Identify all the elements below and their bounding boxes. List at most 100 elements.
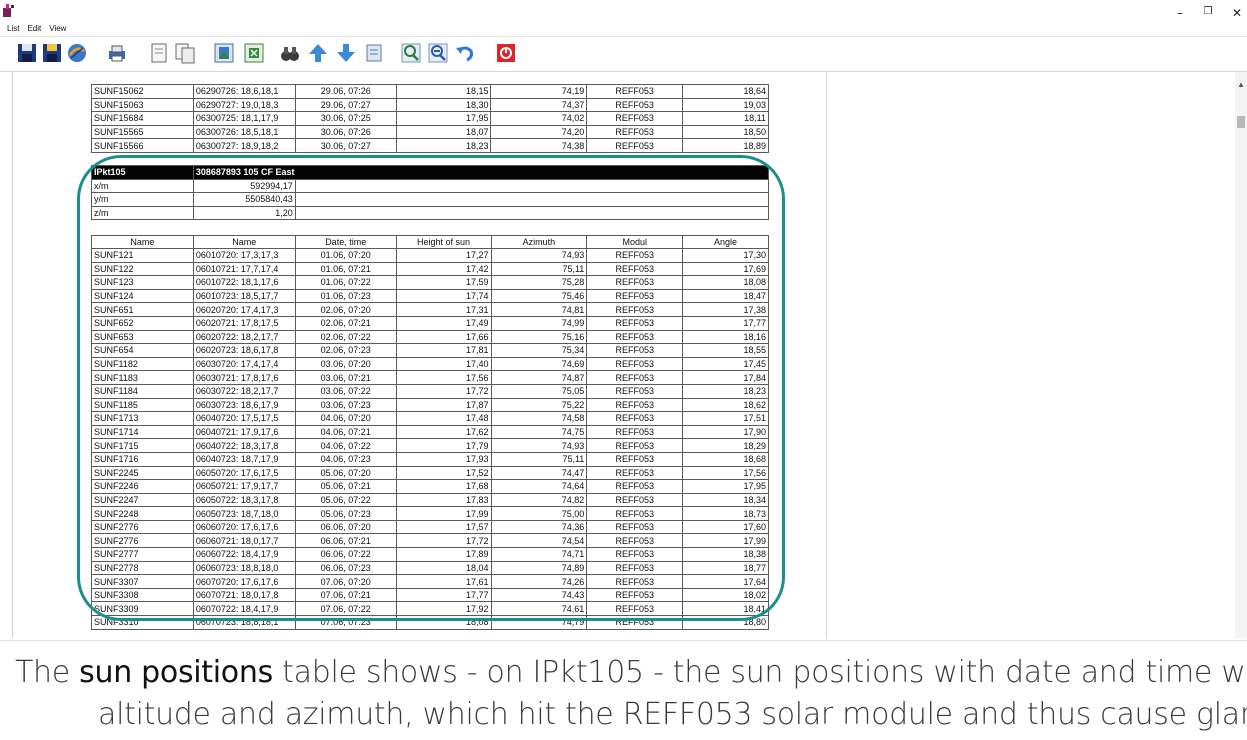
table-cell: 06050721: 17,9,17,7 [192, 479, 296, 494]
scroll-up-arrow-icon[interactable]: ▲ [1237, 80, 1245, 89]
table-cell: 17,74 [395, 288, 492, 304]
zoom-out-icon[interactable] [426, 41, 450, 65]
coordinate-row: x/m 592994,17 [91, 178, 770, 194]
table-cell: 06300727: 18,9,18,2 [192, 138, 296, 153]
table-cell: SUNF651 [91, 302, 194, 317]
menu-edit[interactable]: Edit [27, 24, 41, 36]
table-cell: 06010722: 18,1,17,6 [192, 275, 296, 290]
table-cell: REFF053 [586, 615, 684, 630]
column-header: Name [91, 235, 194, 249]
menu-list[interactable]: List [7, 24, 19, 36]
table-cell: 06060721: 18,0,17,7 [192, 533, 296, 549]
table-cell: SUNF123 [91, 275, 194, 290]
table-cell: 75,22 [490, 397, 588, 413]
table-cell: 17,99 [395, 506, 492, 521]
table-cell: 01.06, 07:20 [294, 248, 397, 263]
table-cell: 06010723: 18,5,17,7 [192, 288, 296, 304]
table-cell: 01.06, 07:23 [294, 288, 397, 304]
table-cell: 74,43 [490, 587, 588, 603]
coordinate-value: 1,20 [192, 205, 296, 221]
table-cell: SUNF122 [91, 261, 194, 277]
table-cell: SUNF2776 [91, 519, 194, 535]
menu-view[interactable]: View [49, 24, 66, 36]
table-cell: 17,95 [395, 111, 492, 126]
empty-cell [294, 205, 770, 221]
table-cell: 06070723: 18,8,18,1 [192, 615, 296, 630]
vertical-scrollbar[interactable]: ▲ [1235, 72, 1247, 638]
copy-document-icon[interactable] [173, 41, 197, 65]
table-cell: 18,15 [395, 84, 492, 99]
globe-icon[interactable] [65, 41, 89, 65]
table-cell: 74,54 [490, 533, 588, 549]
table-cell: 17,92 [395, 601, 492, 617]
document-viewport[interactable]: SUNF15062 06290726: 18,6,18,1 29.06, 07:26… [12, 72, 1236, 638]
table-cell: 18,11 [682, 111, 769, 126]
table-cell: REFF053 [586, 411, 684, 426]
close-button[interactable]: ✕ [1227, 6, 1247, 20]
table-cell: SUNF2245 [91, 465, 194, 481]
table-cell: REFF053 [586, 138, 684, 153]
table-cell: 18,16 [682, 329, 769, 345]
table-row: SUNF651 06020720: 17,4,17,3 02.06, 07:20 17… [91, 302, 769, 317]
table-cell: 17,56 [395, 370, 492, 385]
caption-prefix: The [15, 655, 70, 690]
minimize-button[interactable]: – [1170, 6, 1190, 20]
table-cell: 06040722: 18,3,17,8 [192, 438, 296, 453]
table-cell: 18,08 [682, 275, 769, 290]
table-cell: 74,37 [490, 97, 588, 113]
table-cell: REFF053 [586, 356, 684, 372]
table-row: SUNF1714 06040721: 17,9,17,6 04.06, 07:21 1… [91, 424, 769, 440]
scrollbar-thumb[interactable] [1237, 116, 1245, 128]
save-icon[interactable] [15, 41, 39, 65]
save-as-icon[interactable] [40, 41, 64, 65]
table-cell: REFF053 [586, 587, 684, 603]
table-cell: 06300725: 18,1,17,9 [192, 111, 296, 126]
table-cell: REFF053 [586, 124, 684, 140]
table-cell: 18,68 [682, 451, 769, 467]
zoom-in-icon[interactable] [399, 41, 423, 65]
table-cell: REFF053 [586, 506, 684, 521]
table-cell: 06070722: 18,4,17,9 [192, 601, 296, 617]
page-icon[interactable] [362, 41, 386, 65]
table-cell: 74,93 [490, 438, 588, 453]
table-cell: 17,48 [395, 411, 492, 426]
table-cell: 06060720: 17,6,17,6 [192, 519, 296, 535]
table-cell: 06070720: 17,6,17,6 [192, 574, 296, 589]
coordinate-row: y/m 5505840,43 [91, 192, 770, 207]
power-icon[interactable] [494, 41, 518, 65]
table-row: SUNF2248 06050723: 18,7,18,0 05.06, 07:23 1… [91, 506, 769, 521]
caption-highlight: sun positions [79, 655, 273, 690]
undo-icon[interactable] [453, 41, 477, 65]
arrow-up-icon[interactable] [306, 41, 330, 65]
table-cell: 17,69 [682, 261, 769, 277]
table-cell: REFF053 [586, 111, 684, 126]
table-cell: 06030721: 17,8,17,6 [192, 370, 296, 385]
print-icon[interactable] [105, 41, 129, 65]
document-icon[interactable] [147, 41, 171, 65]
export-image-icon[interactable] [212, 41, 236, 65]
table-cell: 06030722: 18,2,17,7 [192, 383, 296, 399]
table-cell: 04.06, 07:21 [294, 424, 397, 440]
table-cell: 07.06, 07:23 [294, 615, 397, 630]
table-cell: REFF053 [586, 370, 684, 385]
export-table-icon[interactable] [242, 41, 266, 65]
table-cell: SUNF15565 [91, 124, 194, 140]
table-cell: 17,84 [682, 370, 769, 385]
arrow-down-icon[interactable] [334, 41, 358, 65]
table-cell: 17,66 [395, 329, 492, 345]
table-row: SUNF3308 06070721: 18,0,17,8 07.06, 07:21 1… [91, 587, 769, 603]
table-cell: 06060722: 18,4,17,9 [192, 547, 296, 562]
coordinate-label: z/m [91, 205, 194, 221]
restore-button[interactable]: ❐ [1198, 6, 1218, 17]
empty-cell [294, 178, 770, 194]
table-row: SUNF2776 06060720: 17,6,17,6 06.06, 07:20 1… [91, 519, 769, 535]
table-cell: 17,77 [395, 587, 492, 603]
table-cell: SUNF1715 [91, 438, 194, 453]
binoculars-icon[interactable] [278, 41, 302, 65]
table-cell: REFF053 [586, 424, 684, 440]
table-cell: SUNF3308 [91, 587, 194, 603]
table-cell: 17,40 [395, 356, 492, 372]
table-row: SUNF653 06020722: 18,2,17,7 02.06, 07:22 17… [91, 329, 769, 345]
table-cell: 18,89 [682, 138, 769, 153]
menu-bar: List Edit View [0, 24, 66, 36]
